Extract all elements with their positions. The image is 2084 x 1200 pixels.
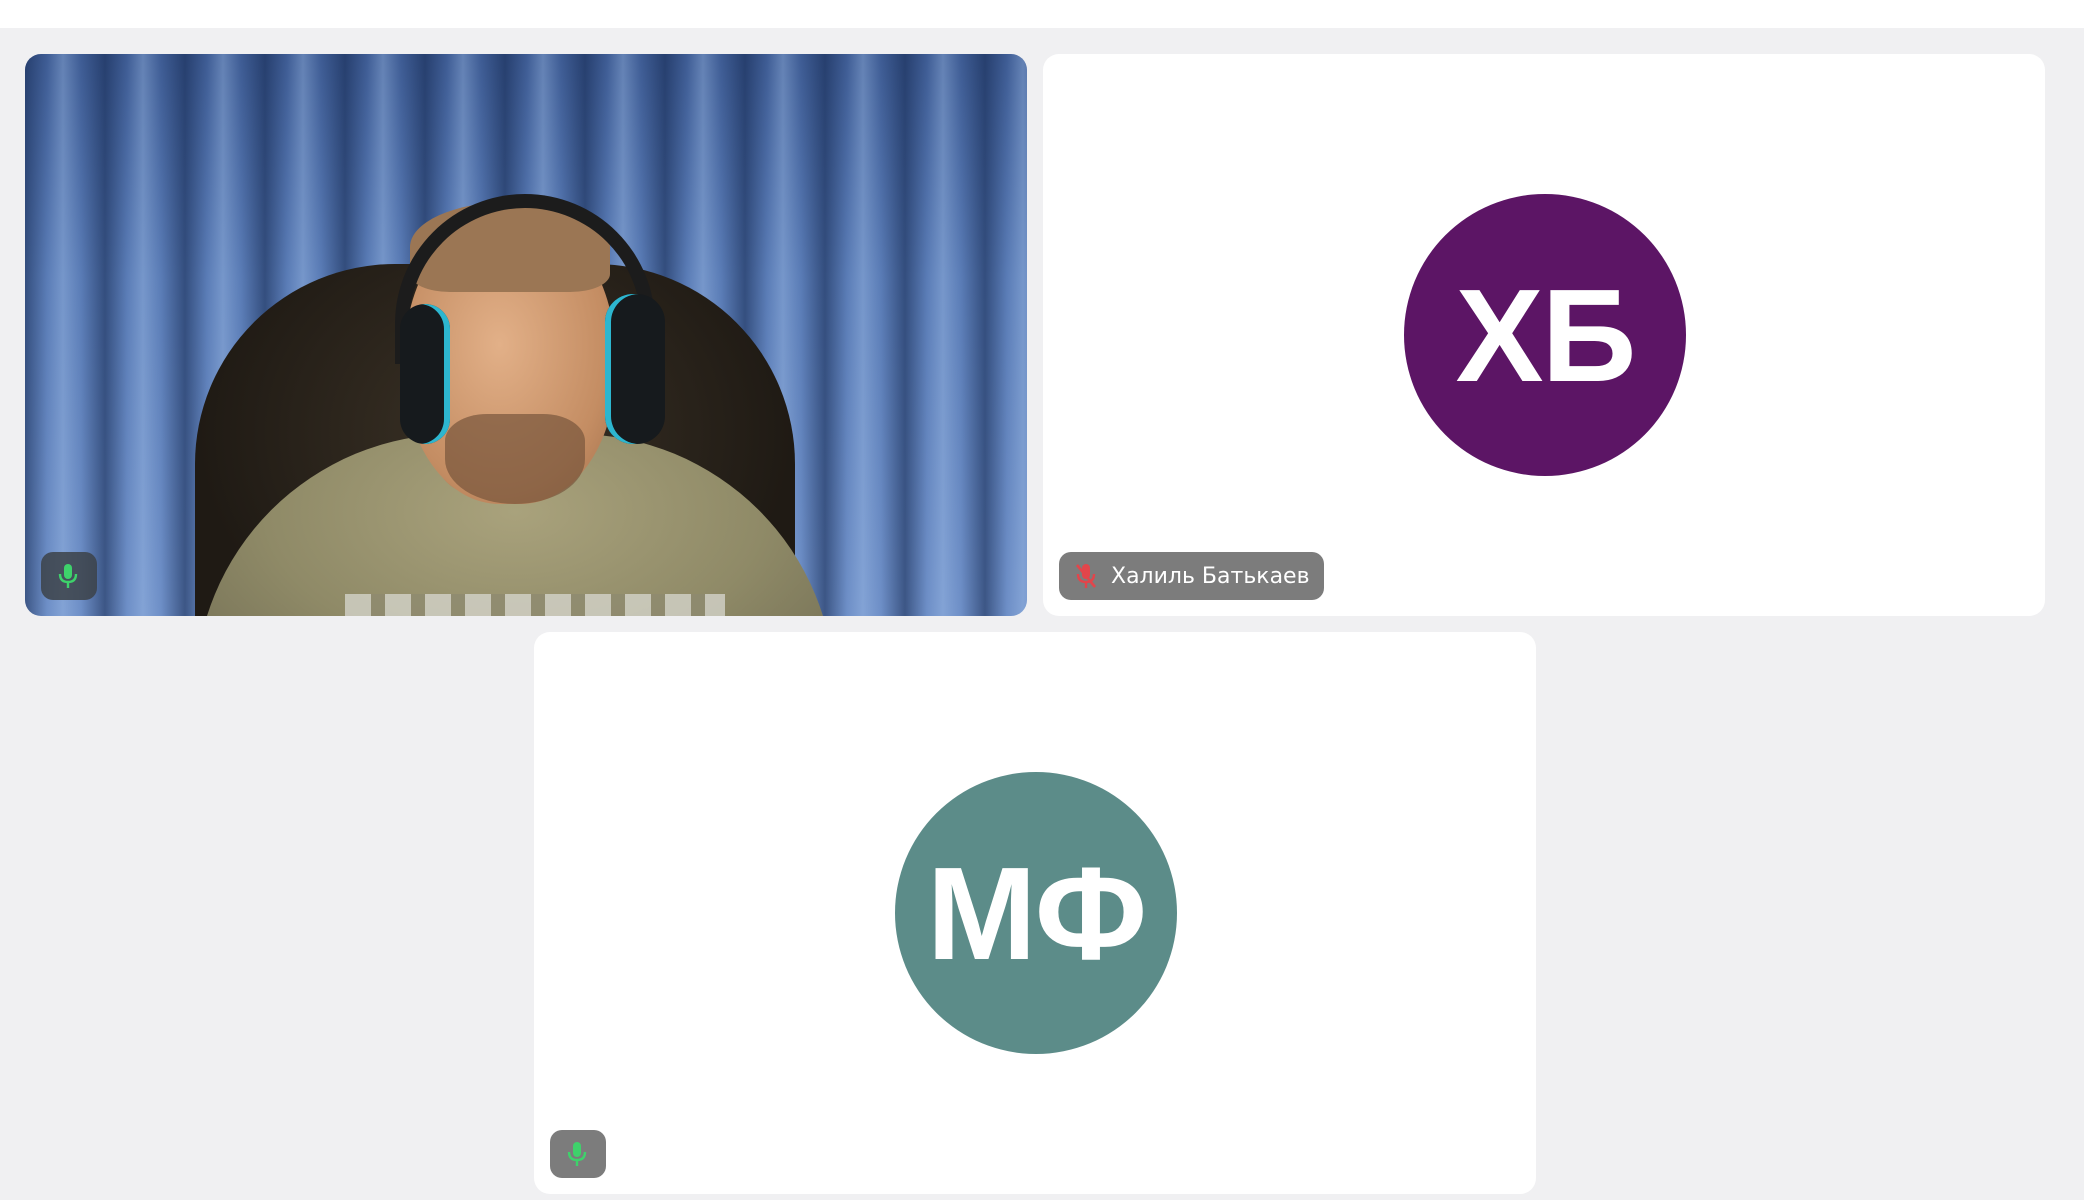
participant-name: Халиль Батькаев [1111, 563, 1310, 589]
mic-status-chip [41, 552, 97, 600]
video-beard [445, 414, 585, 504]
avatar: МФ [895, 772, 1177, 1054]
avatar: ХБ [1404, 194, 1686, 476]
participant-name-chip: Халиль Батькаев [1059, 552, 1324, 600]
participant-video-feed [25, 54, 1027, 616]
participant-tile-avatar[interactable]: ХБ Халиль Батькаев [1043, 54, 2045, 616]
participant-tile-video[interactable] [25, 54, 1027, 616]
video-shirt-print [345, 594, 725, 616]
video-headphones-cup-right [605, 294, 665, 444]
top-bar [0, 0, 2084, 28]
participant-tile-avatar[interactable]: МФ [534, 632, 1536, 1194]
mic-icon [564, 1141, 590, 1167]
mic-status-chip [550, 1130, 606, 1178]
mic-muted-icon [1073, 563, 1099, 589]
video-headphones-cup-left [400, 304, 450, 444]
mic-icon [55, 563, 81, 589]
